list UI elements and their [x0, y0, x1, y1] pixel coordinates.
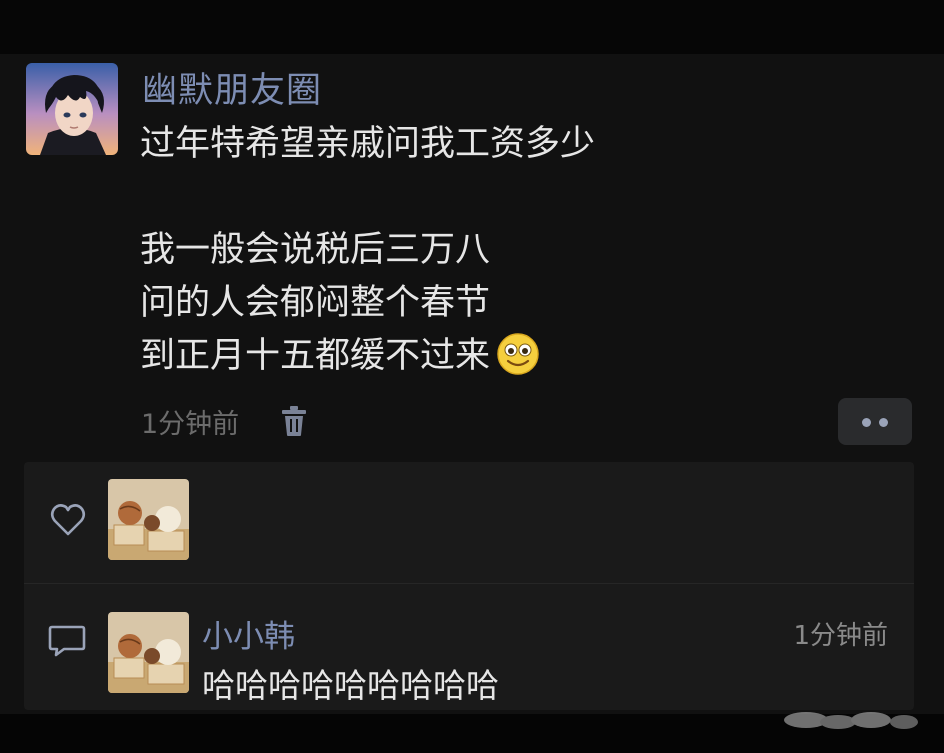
more-dot-icon — [879, 418, 888, 427]
commenter-avatar-image — [108, 612, 189, 693]
post-line: 我一般会说税后三万八 — [140, 230, 491, 270]
watermark-smudge-icon — [784, 712, 918, 729]
comment-text[interactable]: 哈哈哈哈哈哈哈哈哈 — [202, 659, 499, 707]
author-avatar-image — [26, 63, 118, 155]
more-dot-icon — [862, 418, 871, 427]
comment-timestamp: 1分钟前 — [793, 621, 888, 651]
comment-icon — [48, 625, 86, 657]
trash-icon[interactable] — [280, 405, 308, 437]
author-name[interactable]: 幽默朋友圈 — [142, 62, 322, 113]
post-timestamp: 1分钟前 — [141, 409, 240, 440]
top-black-band — [0, 0, 944, 54]
post-line: 过年特希望亲戚问我工资多少 — [140, 124, 596, 164]
commenter-name[interactable]: 小小韩 — [202, 611, 295, 656]
post-text: 过年特希望亲戚问我工资多少 我一般会说税后三万八 问的人会郁闷整个春节 到正月十… — [140, 118, 595, 383]
moments-screen: 幽默朋友圈 过年特希望亲戚问我工资多少 我一般会说税后三万八 问的人会郁闷整个春… — [0, 0, 944, 753]
smiley-face-icon — [497, 333, 539, 375]
more-actions-button[interactable] — [838, 398, 912, 445]
post-line: 到正月十五都缓不过来 — [140, 336, 491, 376]
author-avatar[interactable] — [26, 63, 118, 155]
liker-avatar[interactable] — [108, 479, 189, 560]
commenter-avatar[interactable] — [108, 612, 189, 693]
heart-icon — [50, 504, 86, 536]
panel-divider — [24, 583, 914, 584]
post-line: 问的人会郁闷整个春节 — [140, 283, 491, 323]
liker-avatar-image — [108, 479, 189, 560]
